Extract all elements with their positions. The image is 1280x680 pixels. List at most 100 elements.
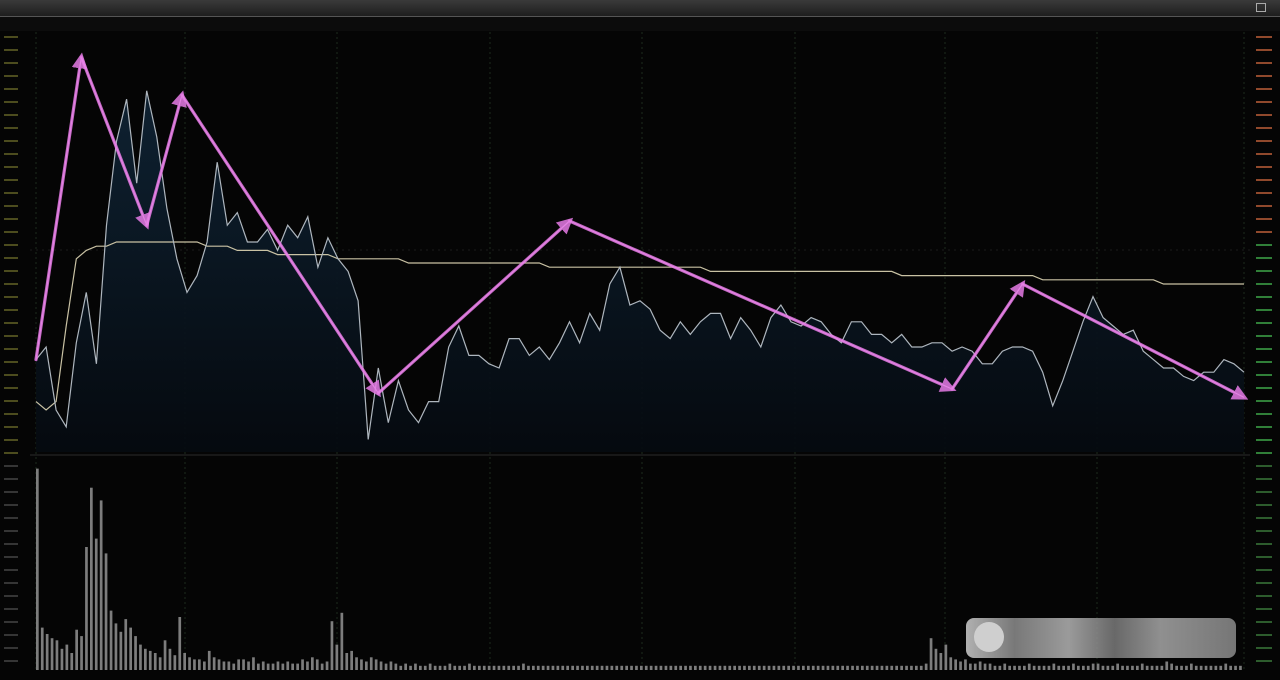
volume-bar: [841, 665, 844, 670]
left-tick: [4, 179, 18, 181]
volume-bar: [119, 631, 123, 670]
volume-bar: [959, 661, 962, 670]
volume-bar: [340, 612, 344, 670]
volume-bar: [910, 665, 913, 670]
volume-bar: [65, 644, 69, 670]
left-tick: [4, 374, 18, 376]
volume-bar: [610, 665, 614, 670]
volume-bar: [217, 659, 221, 670]
volume-bar: [365, 661, 368, 670]
volume-bar: [698, 665, 702, 670]
watermark-logo-icon: [974, 622, 1004, 652]
volume-bar: [846, 665, 849, 670]
volume-bar: [856, 665, 859, 670]
volume-bar: [630, 665, 633, 670]
volume-bar: [384, 663, 388, 670]
left-axis: [4, 36, 18, 662]
volume-bar: [1086, 665, 1090, 670]
volume-bar: [350, 650, 353, 670]
volume-bar: [1190, 663, 1193, 670]
volume-bar: [478, 665, 481, 670]
volume-bar: [497, 665, 501, 670]
volume-bar: [266, 663, 270, 670]
left-tick: [4, 452, 18, 454]
volume-bar: [723, 665, 727, 670]
volume-bar: [566, 665, 569, 670]
right-tick: [1256, 140, 1272, 142]
right-tick: [1256, 478, 1272, 480]
volume-bar: [252, 657, 255, 670]
volume-bar: [75, 629, 78, 670]
volume-bar: [576, 665, 579, 670]
volume-bar: [831, 665, 835, 670]
volume-bar: [836, 665, 840, 670]
right-tick: [1256, 218, 1272, 220]
volume-bar: [257, 663, 260, 670]
volume-bar: [1234, 665, 1237, 670]
right-tick: [1256, 49, 1272, 51]
volume-bar: [934, 648, 938, 670]
volume-bar: [748, 665, 751, 670]
volume-bar: [448, 663, 452, 670]
volume-bar: [664, 665, 668, 670]
volume-bar: [939, 653, 943, 670]
volume-bar: [276, 661, 280, 670]
volume-bar: [153, 653, 157, 670]
left-tick: [4, 283, 18, 285]
right-tick: [1256, 231, 1272, 233]
volume-bar: [964, 659, 967, 670]
volume-bar: [880, 665, 884, 670]
volume-bar: [1062, 665, 1065, 670]
watermark: [966, 618, 1236, 658]
volume-bar: [767, 665, 771, 670]
volume-bar: [1082, 665, 1085, 670]
volume-bar: [807, 665, 810, 670]
volume-bar: [708, 665, 712, 670]
left-tick: [4, 192, 18, 194]
right-tick: [1256, 452, 1272, 454]
volume-bar: [222, 661, 226, 670]
volume-bar: [738, 665, 741, 670]
volume-bar: [330, 621, 334, 670]
volume-bar: [895, 665, 898, 670]
volume-bar: [787, 665, 790, 670]
left-tick: [4, 166, 18, 168]
left-tick: [4, 335, 18, 337]
volume-bar: [40, 627, 44, 670]
volume-bar: [207, 650, 211, 670]
volume-bar: [1032, 665, 1036, 670]
volume-bar: [1047, 665, 1051, 670]
volume-bar: [517, 665, 520, 670]
left-tick: [4, 218, 18, 220]
volume-bar: [1209, 665, 1213, 670]
volume-bar: [694, 665, 697, 670]
volume-bar: [1136, 665, 1139, 670]
left-tick: [4, 270, 18, 272]
left-tick: [4, 608, 18, 610]
right-tick: [1256, 491, 1272, 493]
volume-bar: [649, 665, 653, 670]
left-tick: [4, 582, 18, 584]
volume-bar: [227, 661, 231, 670]
volume-bar: [458, 665, 461, 670]
volume-bar: [178, 617, 182, 670]
left-tick: [4, 556, 18, 558]
volume-bar: [571, 665, 574, 670]
volume-bar: [1096, 663, 1100, 670]
volume-bar: [502, 665, 506, 670]
left-tick: [4, 36, 18, 38]
volume-bar: [306, 661, 309, 670]
right-tick: [1256, 400, 1272, 402]
right-tick: [1256, 270, 1272, 272]
volume-bar: [826, 665, 830, 670]
right-tick: [1256, 335, 1272, 337]
volume-bar: [1101, 665, 1105, 670]
right-tick: [1256, 244, 1272, 246]
volume-bar: [625, 665, 628, 670]
right-tick: [1256, 101, 1272, 103]
left-tick: [4, 75, 18, 77]
left-tick: [4, 595, 18, 597]
right-tick: [1256, 309, 1272, 311]
volume-bar: [885, 665, 889, 670]
left-tick: [4, 88, 18, 90]
